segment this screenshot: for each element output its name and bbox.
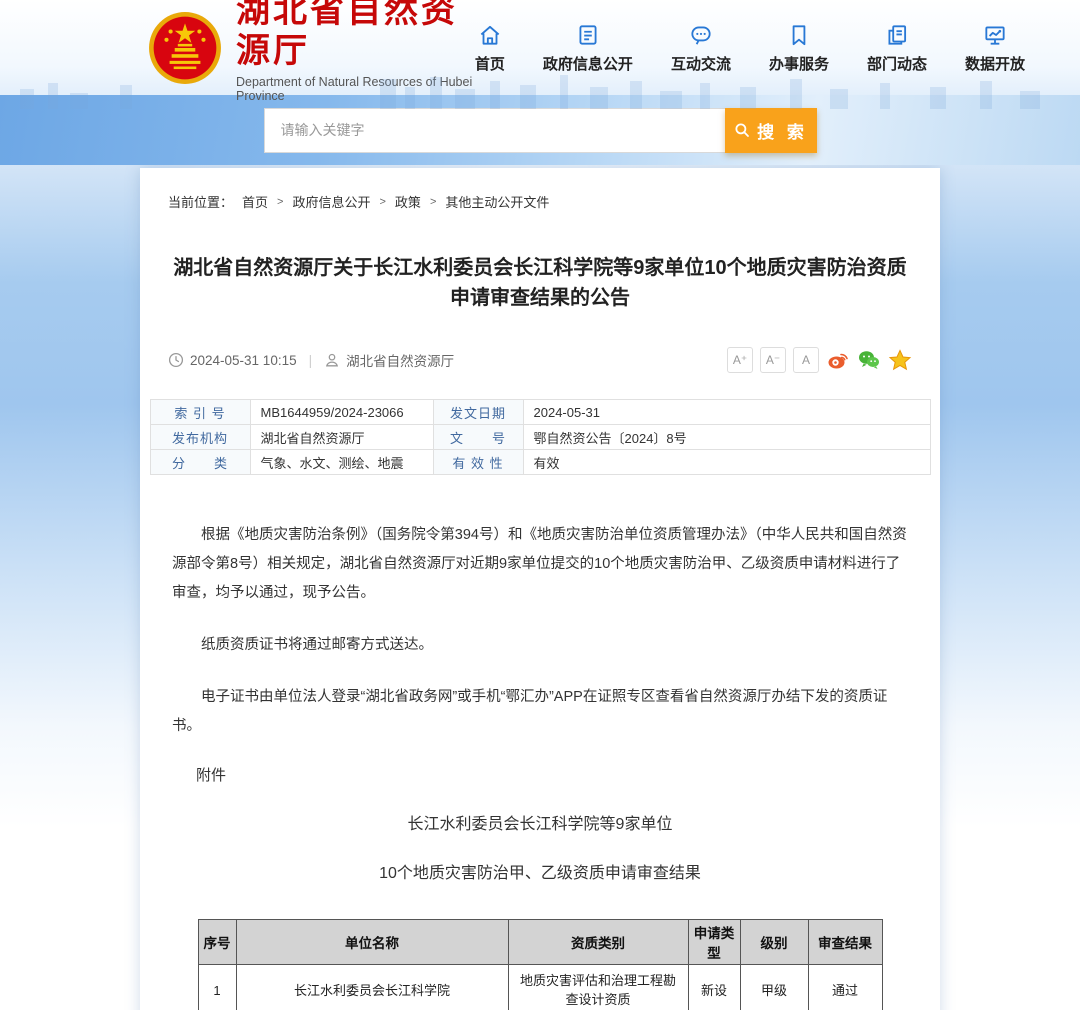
search-button[interactable]: 搜 索 (725, 108, 817, 153)
article-meta-line: 2024-05-31 10:15 | 湖北省自然资源厅 A⁺ A⁻ A (168, 347, 912, 373)
font-size-decrease-button[interactable]: A⁻ (760, 347, 786, 373)
article-toolbar: A⁺ A⁻ A (727, 347, 912, 373)
col-header-qualification-type: 资质类别 (508, 920, 688, 965)
table-row: 1 长江水利委员会长江科学院 地质灾害评估和治理工程勘查设计资质 新设 甲级 通… (198, 965, 882, 1010)
breadcrumb-separator: > (379, 196, 385, 208)
breadcrumb-separator: > (430, 196, 436, 208)
nav-item-services[interactable]: 办事服务 (769, 22, 829, 74)
body-paragraph: 电子证书由单位法人登录“湖北省政务网”或手机“鄂汇办”APP在证照专区查看省自然… (172, 683, 908, 741)
page-title: 湖北省自然资源厅关于长江水利委员会长江科学院等9家单位10个地质灾害防治资质申请… (170, 253, 910, 313)
cell-unit-name: 长江水利委员会长江科学院 (236, 965, 508, 1010)
body-paragraph: 根据《地质灾害防治条例》（国务院令第394号）和《地质灾害防治单位资质管理办法》… (172, 521, 908, 608)
meta-value-category: 气象、水文、测绘、地震 (250, 450, 433, 475)
table-row: 索 引 号 MB1644959/2024-23066 发文日期 2024-05-… (150, 400, 930, 425)
nav-item-interaction[interactable]: 互动交流 (671, 22, 731, 74)
search-button-label: 搜 索 (757, 118, 808, 143)
nav-label: 首页 (475, 53, 505, 74)
attachment-title-line1: 长江水利委员会长江科学院等9家单位 (140, 810, 940, 834)
breadcrumb-prefix: 当前位置： (168, 192, 233, 211)
meta-value-doc-number: 鄂自然资公告〔2024〕8号 (523, 425, 930, 450)
nav-label: 政府信息公开 (543, 53, 633, 74)
nav-item-department-news[interactable]: 部门动态 (867, 22, 927, 74)
search-icon (733, 121, 751, 139)
monitor-chart-icon (982, 22, 1008, 48)
attachment-title-line2: 10个地质灾害防治甲、乙级资质申请审查结果 (140, 859, 940, 883)
font-size-increase-button[interactable]: A⁺ (727, 347, 753, 373)
meta-value-index-number: MB1644959/2024-23066 (250, 400, 433, 425)
attachment-label: 附件 (196, 764, 940, 785)
site-title: 湖北省自然资源厅 (236, 0, 475, 71)
table-header-row: 序号 单位名称 资质类别 申请类型 级别 审查结果 (198, 920, 882, 965)
breadcrumb-item-gov-info[interactable]: 政府信息公开 (292, 192, 370, 211)
col-header-application-type: 申请类型 (688, 920, 740, 965)
document-icon (575, 22, 601, 48)
pages-icon (884, 22, 910, 48)
table-row: 分 类 气象、水文、测绘、地震 有 效 性 有效 (150, 450, 930, 475)
col-header-grade: 级别 (740, 920, 808, 965)
nav-label: 数据开放 (965, 53, 1025, 74)
home-icon (477, 22, 503, 48)
national-emblem-logo (148, 11, 222, 85)
chat-bubble-icon (688, 22, 714, 48)
meta-label-index-number: 索 引 号 (150, 400, 250, 425)
source-icon (324, 352, 340, 368)
table-row: 发布机构 湖北省自然资源厅 文 号 鄂自然资公告〔2024〕8号 (150, 425, 930, 450)
search-input[interactable] (264, 108, 725, 153)
breadcrumb-item-other-public-docs[interactable]: 其他主动公开文件 (445, 192, 549, 211)
col-header-review-result: 审查结果 (808, 920, 882, 965)
nav-item-home[interactable]: 首页 (475, 22, 505, 74)
top-navigation: 首页 政府信息公开 互动交流 办事服务 部门动态 数据开放 (475, 22, 1025, 74)
qualification-result-table: 序号 单位名称 资质类别 申请类型 级别 审查结果 1 长江水利委员会长江科学院… (197, 919, 884, 1010)
meta-label-doc-number: 文 号 (433, 425, 523, 450)
meta-value-issue-date: 2024-05-31 (523, 400, 930, 425)
favorite-star-icon[interactable] (888, 348, 912, 372)
cell-application-type: 新设 (688, 965, 740, 1010)
col-header-seq: 序号 (198, 920, 236, 965)
meta-label-validity: 有 效 性 (433, 450, 523, 475)
search-box: 搜 索 (264, 108, 817, 153)
nav-item-open-data[interactable]: 数据开放 (965, 22, 1025, 74)
meta-label-issue-date: 发文日期 (433, 400, 523, 425)
document-metadata-table: 索 引 号 MB1644959/2024-23066 发文日期 2024-05-… (150, 399, 931, 475)
article-source: 湖北省自然资源厅 (346, 350, 454, 370)
body-paragraph: 纸质资质证书将通过邮寄方式送达。 (172, 631, 908, 660)
article-panel: 当前位置： 首页 > 政府信息公开 > 政策 > 其他主动公开文件 湖北省自然资… (140, 168, 940, 1010)
font-size-reset-button[interactable]: A (793, 347, 819, 373)
site-subtitle: Department of Natural Resources of Hubei… (236, 75, 475, 103)
breadcrumb-item-policy[interactable]: 政策 (395, 192, 421, 211)
clock-icon (168, 352, 184, 368)
meta-label-category: 分 类 (150, 450, 250, 475)
meta-value-issuing-agency: 湖北省自然资源厅 (250, 425, 433, 450)
weibo-share-icon[interactable] (826, 348, 850, 372)
search-banner: 搜 索 (0, 95, 1080, 165)
article-body: 根据《地质灾害防治条例》（国务院令第394号）和《地质灾害防治单位资质管理办法》… (172, 521, 908, 741)
site-brand[interactable]: 湖北省自然资源厅 Department of Natural Resources… (148, 0, 475, 103)
meta-divider: | (309, 353, 313, 368)
meta-value-validity: 有效 (523, 450, 930, 475)
col-header-unit-name: 单位名称 (236, 920, 508, 965)
publish-time: 2024-05-31 10:15 (190, 353, 297, 368)
nav-label: 部门动态 (867, 53, 927, 74)
cell-grade: 甲级 (740, 965, 808, 1010)
site-header: 湖北省自然资源厅 Department of Natural Resources… (0, 0, 1080, 95)
meta-label-issuing-agency: 发布机构 (150, 425, 250, 450)
nav-item-gov-info[interactable]: 政府信息公开 (543, 22, 633, 74)
cell-review-result: 通过 (808, 965, 882, 1010)
bookmark-icon (786, 22, 812, 48)
cell-seq: 1 (198, 965, 236, 1010)
wechat-share-icon[interactable] (857, 348, 881, 372)
breadcrumb: 当前位置： 首页 > 政府信息公开 > 政策 > 其他主动公开文件 (168, 192, 912, 211)
breadcrumb-separator: > (277, 196, 283, 208)
nav-label: 办事服务 (769, 53, 829, 74)
breadcrumb-item-home[interactable]: 首页 (242, 192, 268, 211)
cell-qualification-type: 地质灾害评估和治理工程勘查设计资质 (508, 965, 688, 1010)
nav-label: 互动交流 (671, 53, 731, 74)
